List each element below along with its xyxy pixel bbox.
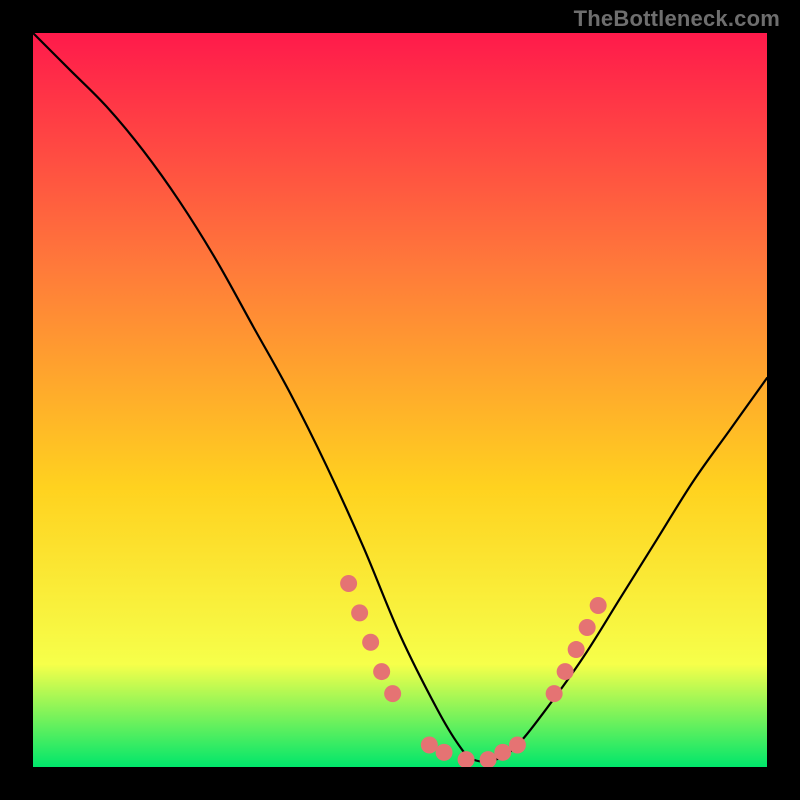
plot-area: [33, 33, 767, 767]
highlight-dot: [351, 604, 368, 621]
chart-svg: [33, 33, 767, 767]
highlight-dot: [436, 744, 453, 761]
chart-frame: TheBottleneck.com: [0, 0, 800, 800]
highlight-dot: [373, 663, 390, 680]
watermark-text: TheBottleneck.com: [574, 6, 780, 32]
highlight-dot: [590, 597, 607, 614]
highlight-dot: [568, 641, 585, 658]
highlight-dot: [546, 685, 563, 702]
highlight-dot: [494, 744, 511, 761]
highlight-dot: [579, 619, 596, 636]
highlight-dot: [421, 736, 438, 753]
highlight-dot: [384, 685, 401, 702]
highlight-dot: [340, 575, 357, 592]
gradient-background: [33, 33, 767, 767]
highlight-dot: [362, 634, 379, 651]
highlight-dot: [509, 736, 526, 753]
highlight-dot: [557, 663, 574, 680]
